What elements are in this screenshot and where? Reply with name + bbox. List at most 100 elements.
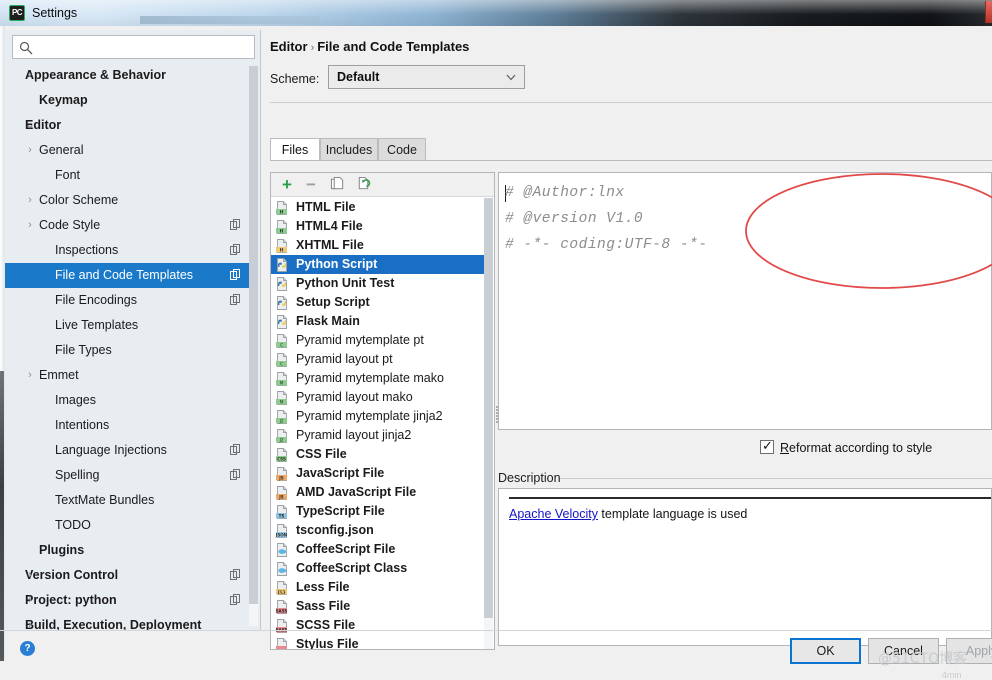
template-item[interactable]: JS AMD JavaScript File: [271, 483, 485, 502]
copy-settings-icon[interactable]: [230, 469, 241, 481]
sidebar-item-spelling[interactable]: Spelling: [5, 463, 253, 488]
chevron-right-icon[interactable]: ›: [24, 563, 36, 588]
template-list-scrollbar[interactable]: [484, 198, 493, 649]
template-item[interactable]: TS TypeScript File: [271, 502, 485, 521]
copy-settings-icon[interactable]: [230, 244, 241, 256]
reset-template-button[interactable]: [353, 176, 373, 194]
tag-file-icon: TS: [276, 505, 287, 519]
sidebar-item-project-python[interactable]: › Project: python: [5, 588, 253, 613]
template-item[interactable]: JSON tsconfig.json: [271, 521, 485, 540]
template-item[interactable]: M Pyramid layout mako: [271, 388, 485, 407]
sidebar-item-editor[interactable]: ⌄ Editor: [5, 113, 253, 138]
template-item[interactable]: CoffeeScript Class: [271, 559, 485, 578]
search-input[interactable]: [38, 38, 251, 57]
chevron-right-icon[interactable]: ›: [24, 613, 36, 630]
sidebar-item-label: File Encodings: [55, 293, 137, 307]
sidebar-item-inspections[interactable]: Inspections: [5, 238, 253, 263]
sidebar-item-file-types[interactable]: File Types: [5, 338, 253, 363]
ok-button[interactable]: OK: [790, 638, 861, 664]
sidebar-scrollbar[interactable]: [249, 66, 258, 626]
sidebar-item-version-control[interactable]: › Version Control: [5, 563, 253, 588]
chevron-right-icon[interactable]: ›: [24, 138, 36, 163]
chevron-right-icon[interactable]: ›: [24, 213, 36, 238]
copy-settings-icon[interactable]: [230, 594, 241, 606]
tag-file-icon: J2: [276, 429, 287, 443]
close-window-button[interactable]: [985, 1, 992, 23]
sidebar-item-emmet[interactable]: › Emmet: [5, 363, 253, 388]
chevron-down-icon[interactable]: ⌄: [24, 113, 36, 138]
copy-settings-icon[interactable]: [230, 269, 241, 281]
scheme-selected-value: Default: [337, 70, 380, 84]
template-item[interactable]: CSS CSS File: [271, 445, 485, 464]
sidebar-item-font[interactable]: Font: [5, 163, 253, 188]
copy-template-button[interactable]: [327, 176, 347, 194]
scheme-dropdown[interactable]: Default: [328, 65, 525, 89]
template-item[interactable]: JS JavaScript File: [271, 464, 485, 483]
template-item[interactable]: H XHTML File: [271, 236, 485, 255]
template-item[interactable]: C Pyramid mytemplate pt: [271, 331, 485, 350]
sidebar-item-general[interactable]: › General: [5, 138, 253, 163]
tab-includes[interactable]: Includes: [320, 138, 378, 161]
apache-velocity-link[interactable]: Apache Velocity: [509, 507, 598, 521]
template-item[interactable]: H HTML File: [271, 198, 485, 217]
sidebar-item-file-and-code-templates[interactable]: File and Code Templates: [5, 263, 253, 288]
breadcrumb-root[interactable]: Editor: [270, 39, 308, 54]
sidebar-item-intentions[interactable]: Intentions: [5, 413, 253, 438]
copy-settings-icon[interactable]: [230, 444, 241, 456]
template-list-scrollbar-thumb[interactable]: [484, 198, 493, 618]
chevron-right-icon[interactable]: ›: [24, 63, 36, 88]
sidebar-item-images[interactable]: Images: [5, 388, 253, 413]
template-item[interactable]: M Pyramid mytemplate mako: [271, 369, 485, 388]
sidebar-item-live-templates[interactable]: Live Templates: [5, 313, 253, 338]
sidebar-item-textmate-bundles[interactable]: TextMate Bundles: [5, 488, 253, 513]
reformat-mnemonic: R: [780, 441, 790, 455]
template-tabs[interactable]: Files Includes Code: [270, 138, 992, 161]
tab-files[interactable]: Files: [270, 138, 320, 161]
sidebar-item-todo[interactable]: TODO: [5, 513, 253, 538]
sidebar-scrollbar-thumb[interactable]: [249, 66, 258, 604]
chevron-right-icon[interactable]: ›: [24, 588, 36, 613]
template-item[interactable]: J2 Pyramid layout jinja2: [271, 426, 485, 445]
settings-tree[interactable]: › Appearance & Behavior Keymap ⌄ Editor › Gene…: [5, 63, 253, 630]
sidebar-item-label: Appearance & Behavior: [25, 68, 167, 82]
remove-template-button[interactable]: −: [301, 176, 321, 194]
sidebar-item-color-scheme[interactable]: › Color Scheme: [5, 188, 253, 213]
template-item[interactable]: CoffeeScript File: [271, 540, 485, 559]
template-item[interactable]: J2 Pyramid mytemplate jinja2: [271, 407, 485, 426]
template-item[interactable]: Stylus File: [271, 635, 485, 649]
template-item[interactable]: C Pyramid layout pt: [271, 350, 485, 369]
search-field[interactable]: [12, 35, 255, 59]
template-item[interactable]: Python Script: [271, 255, 485, 274]
template-item[interactable]: Flask Main: [271, 312, 485, 331]
template-item[interactable]: SASS Sass File: [271, 597, 485, 616]
sidebar-item-language-injections[interactable]: Language Injections: [5, 438, 253, 463]
window-title-bar[interactable]: PC Settings: [0, 0, 992, 26]
html-file-icon: H: [276, 201, 287, 215]
template-item[interactable]: SASSSCSS File: [271, 616, 485, 635]
sidebar-item-keymap[interactable]: Keymap: [5, 88, 253, 113]
coffee-file-icon: [277, 562, 287, 576]
chevron-right-icon[interactable]: ›: [24, 363, 36, 388]
chevron-right-icon[interactable]: ›: [24, 188, 36, 213]
copy-settings-icon[interactable]: [230, 219, 241, 231]
svg-text:JS: JS: [278, 494, 284, 499]
reformat-label-rest: eformat according to style: [789, 441, 933, 455]
template-list[interactable]: H HTML File H HTML4 File H XHTML File Python S…: [271, 198, 485, 649]
template-editor[interactable]: # @Author:lnx # @version V1.0 # -*- coding…: [498, 172, 992, 430]
help-icon[interactable]: ?: [20, 641, 35, 656]
sidebar-item-build-execution-deployment[interactable]: › Build, Execution, Deployment: [5, 613, 253, 630]
reformat-checkbox[interactable]: ✓: [760, 439, 774, 454]
sidebar-item-plugins[interactable]: Plugins: [5, 538, 253, 563]
sidebar-item-code-style[interactable]: › Code Style: [5, 213, 253, 238]
add-template-button[interactable]: +: [277, 176, 297, 194]
copy-settings-icon[interactable]: [230, 569, 241, 581]
copy-settings-icon[interactable]: [230, 294, 241, 306]
template-item-label: Python Script: [296, 257, 378, 271]
sidebar-item-appearance-behavior[interactable]: › Appearance & Behavior: [5, 63, 253, 88]
template-item[interactable]: H HTML4 File: [271, 217, 485, 236]
sidebar-item-file-encodings[interactable]: File Encodings: [5, 288, 253, 313]
template-item[interactable]: Setup Script: [271, 293, 485, 312]
template-item[interactable]: {L} Less File: [271, 578, 485, 597]
tab-code[interactable]: Code: [378, 138, 426, 161]
template-item[interactable]: Python Unit Test: [271, 274, 485, 293]
